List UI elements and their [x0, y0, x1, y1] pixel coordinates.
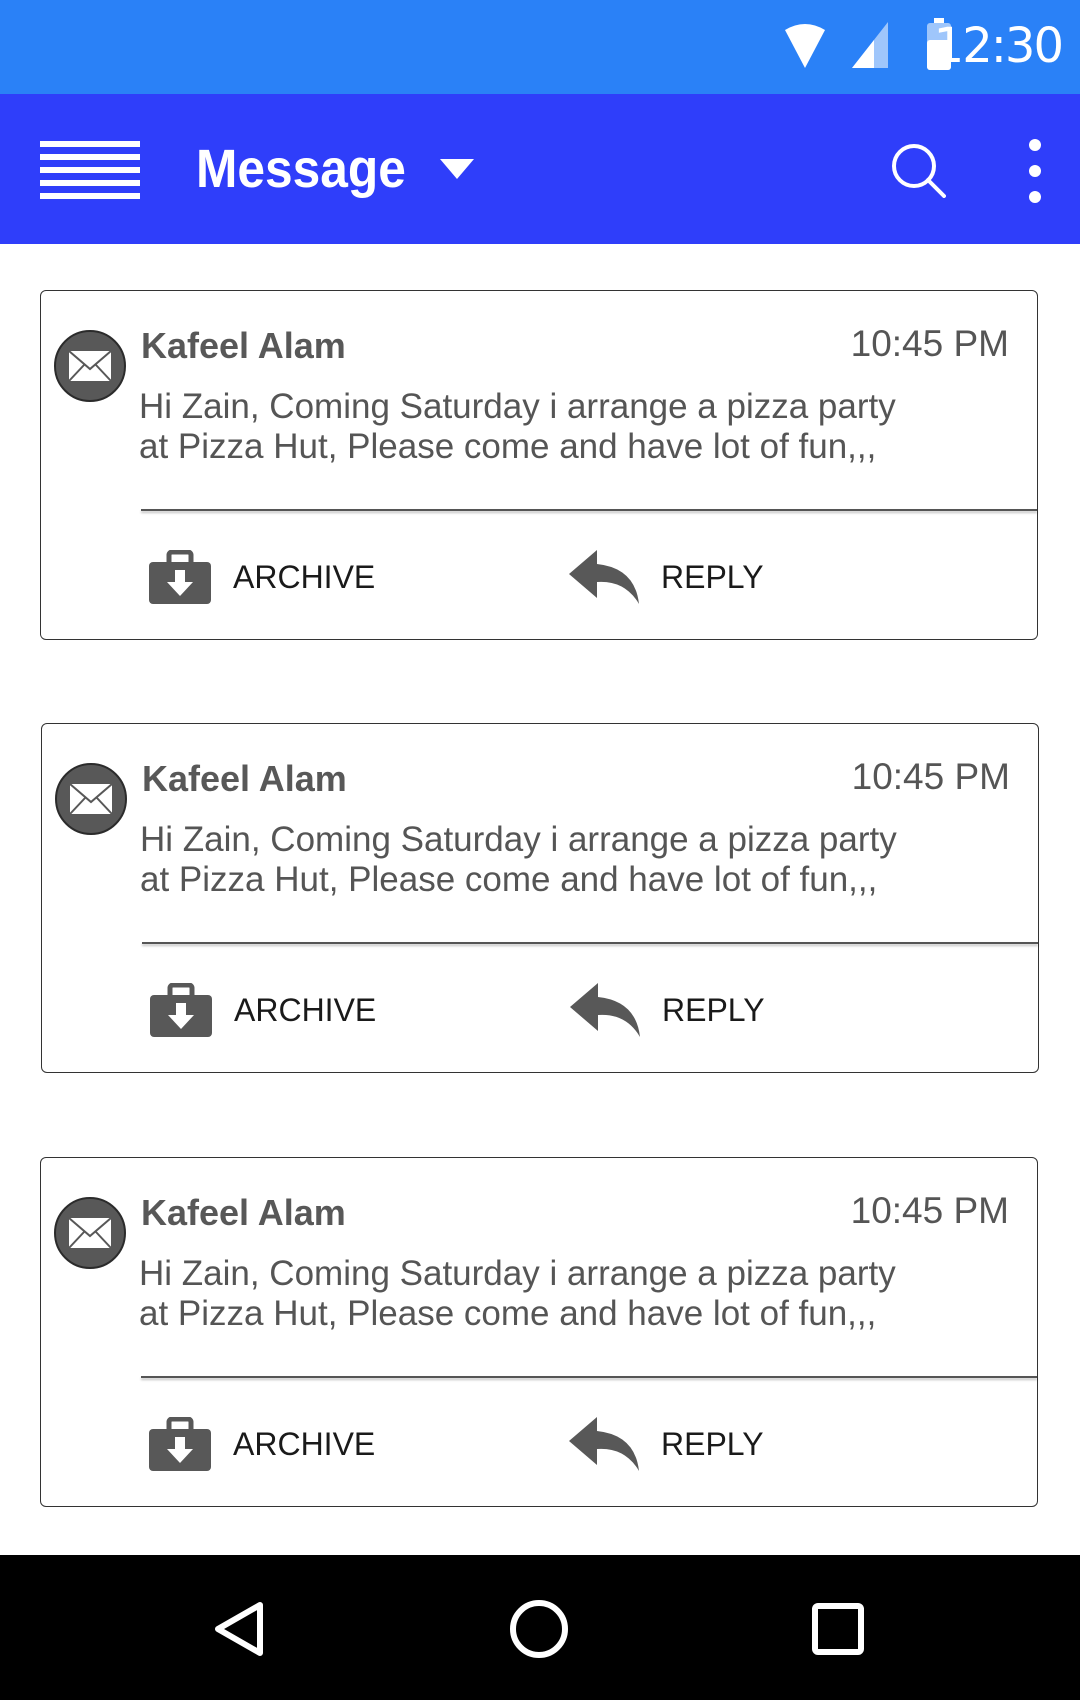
clock-time: 12:30: [933, 18, 1064, 74]
reply-button[interactable]: REPLY: [569, 1416, 764, 1472]
archive-label: ARCHIVE: [234, 991, 377, 1028]
message-line-2: at Pizza Hut, Please come and have lot o…: [139, 427, 877, 466]
archive-button[interactable]: ARCHIVE: [149, 549, 375, 605]
reply-button[interactable]: REPLY: [570, 982, 765, 1038]
message-card[interactable]: Kafeel Alam 10:45 PM Hi Zain, Coming Sat…: [40, 290, 1038, 640]
message-card[interactable]: Kafeel Alam 10:45 PM Hi Zain, Coming Sat…: [41, 723, 1039, 1073]
message-time: 10:45 PM: [850, 323, 1009, 364]
home-icon[interactable]: [503, 1593, 575, 1665]
recents-icon[interactable]: [802, 1593, 874, 1665]
search-icon[interactable]: [890, 142, 946, 198]
archive-icon: [150, 983, 212, 1037]
reply-icon: [569, 550, 639, 604]
status-bar: 12:30: [0, 0, 1080, 94]
sender-name: Kafeel Alam: [141, 1192, 346, 1233]
message-time: 10:45 PM: [850, 1190, 1009, 1231]
sender-name: Kafeel Alam: [142, 758, 347, 799]
app-bar: Message: [0, 94, 1080, 244]
caret-down-icon: [440, 159, 475, 179]
message-line-1: Hi Zain, Coming Saturday i arrange a piz…: [140, 820, 897, 859]
message-preview: Hi Zain, Coming Saturday i arrange a piz…: [139, 387, 999, 467]
title-dropdown[interactable]: Message: [196, 134, 475, 204]
envelope-avatar-icon: [55, 763, 127, 835]
reply-icon: [569, 1417, 639, 1471]
reply-label: REPLY: [661, 1425, 764, 1462]
message-time: 10:45 PM: [851, 756, 1010, 797]
archive-icon: [149, 1417, 211, 1471]
cell-signal-icon: [852, 22, 888, 68]
message-preview: Hi Zain, Coming Saturday i arrange a piz…: [139, 1254, 999, 1334]
sender-name: Kafeel Alam: [141, 325, 346, 366]
reply-button[interactable]: REPLY: [569, 549, 764, 605]
system-nav-bar: [0, 1555, 1080, 1700]
message-line-2: at Pizza Hut, Please come and have lot o…: [140, 860, 878, 899]
message-line-2: at Pizza Hut, Please come and have lot o…: [139, 1294, 877, 1333]
archive-button[interactable]: ARCHIVE: [150, 982, 376, 1038]
archive-button[interactable]: ARCHIVE: [149, 1416, 375, 1472]
message-line-1: Hi Zain, Coming Saturday i arrange a piz…: [139, 1254, 896, 1293]
page-title: Message: [196, 139, 406, 199]
message-card[interactable]: Kafeel Alam 10:45 PM Hi Zain, Coming Sat…: [40, 1157, 1038, 1507]
back-icon[interactable]: [204, 1593, 276, 1665]
hamburger-menu-icon[interactable]: [40, 141, 140, 199]
wifi-icon: [785, 24, 825, 68]
message-preview: Hi Zain, Coming Saturday i arrange a piz…: [140, 820, 1000, 900]
divider: [141, 509, 1037, 511]
archive-icon: [149, 550, 211, 604]
message-line-1: Hi Zain, Coming Saturday i arrange a piz…: [139, 387, 896, 426]
archive-label: ARCHIVE: [233, 1425, 376, 1462]
more-vert-icon[interactable]: [1020, 139, 1050, 204]
divider: [142, 942, 1038, 944]
reply-label: REPLY: [662, 991, 765, 1028]
reply-label: REPLY: [661, 558, 764, 595]
envelope-avatar-icon: [54, 330, 126, 402]
archive-label: ARCHIVE: [233, 558, 376, 595]
envelope-avatar-icon: [54, 1197, 126, 1269]
divider: [141, 1376, 1037, 1378]
reply-icon: [570, 983, 640, 1037]
